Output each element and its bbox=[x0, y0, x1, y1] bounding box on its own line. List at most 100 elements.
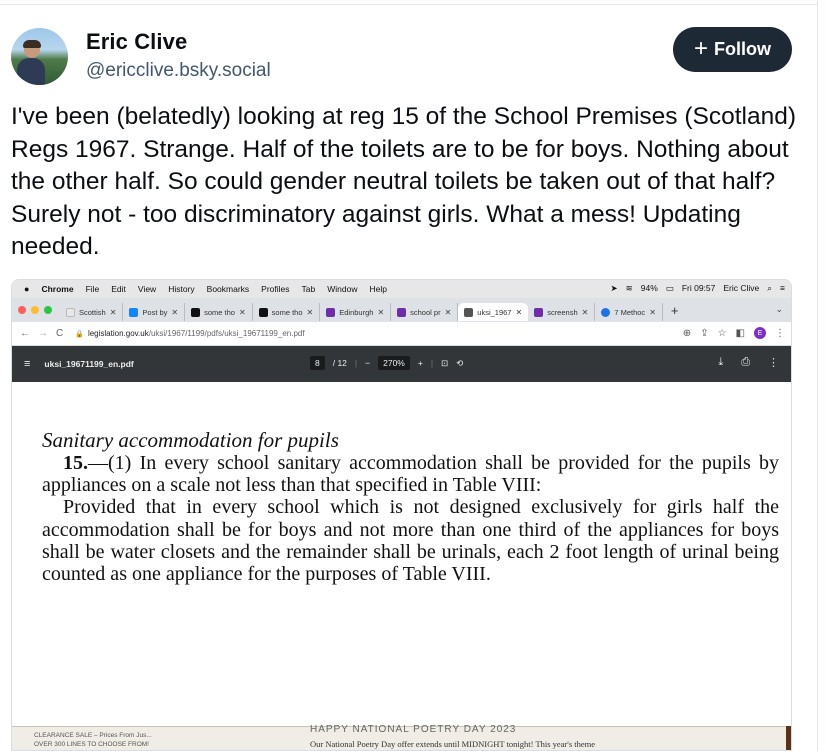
menu-item: Tab bbox=[301, 284, 316, 294]
battery-percent: 94% bbox=[640, 283, 658, 293]
favicon-icon bbox=[191, 307, 201, 317]
kebab-menu-icon: ⋮ bbox=[775, 327, 785, 339]
close-tab-icon: ✕ bbox=[171, 307, 179, 317]
favicon-icon bbox=[258, 307, 268, 317]
tab-label: uksi_1967 bbox=[477, 307, 512, 317]
close-tab-icon: ✕ bbox=[581, 307, 589, 317]
new-tab-icon: + bbox=[670, 302, 679, 318]
document-heading: Sanitary accommodation for pupils bbox=[42, 428, 339, 452]
poetry-heading: HAPPY NATIONAL POETRY DAY 2023 bbox=[310, 724, 517, 735]
advert-text: CLEARANCE SALE – Prices From Jus... OVER… bbox=[34, 731, 184, 749]
favicon-icon bbox=[129, 307, 139, 317]
side-panel-icon: ◧ bbox=[735, 327, 745, 339]
avatar-person-hair bbox=[23, 40, 41, 48]
menu-app-name: Chrome bbox=[41, 284, 74, 294]
menu-item: File bbox=[85, 284, 100, 294]
avatar[interactable] bbox=[11, 28, 68, 85]
back-icon: ← bbox=[20, 328, 30, 339]
tab-label: Edinburgh bbox=[339, 307, 374, 317]
post-frame-right bbox=[817, 0, 818, 751]
favicon-icon bbox=[464, 307, 474, 317]
pdf-zoom-level: 270% bbox=[378, 356, 410, 370]
menu-item: Profiles bbox=[261, 284, 290, 294]
poetry-line: Our National Poetry Day offer extends un… bbox=[310, 739, 596, 749]
browser-tab-strip: Scottish ✕ Post by ✕ some tho ✕ some tho ✕ E… bbox=[12, 298, 791, 322]
location-icon: ➤ bbox=[610, 283, 618, 293]
pdf-page-total: / 12 bbox=[332, 358, 347, 368]
browser-tab: 7 Methoc ✕ bbox=[595, 303, 663, 321]
favicon-icon bbox=[534, 307, 544, 317]
fit-page-icon: ⊡ bbox=[441, 357, 449, 368]
close-tab-icon: ✕ bbox=[377, 307, 385, 317]
background-webpage-strip: CLEARANCE SALE – Prices From Jus... OVER… bbox=[12, 724, 791, 750]
regulation-number: 15. bbox=[63, 452, 88, 474]
tab-label: school pr bbox=[410, 307, 441, 317]
chevron-down-icon: ⌄ bbox=[775, 304, 783, 314]
favicon-icon bbox=[66, 307, 75, 317]
tab-label: Scottish bbox=[79, 307, 106, 317]
url-field: 🔒 legislation.gov.uk/uksi/1967/1199/pdfs… bbox=[75, 329, 304, 338]
address-bar-actions: ⊕ ⇪ ☆ ◧ E ⋮ bbox=[683, 327, 785, 339]
rotate-icon: ⟲ bbox=[456, 357, 464, 368]
close-tab-icon: ✕ bbox=[238, 307, 246, 317]
more-options-icon: ⋮ bbox=[768, 357, 779, 369]
plus-icon: + bbox=[693, 34, 708, 62]
close-tab-icon: ✕ bbox=[649, 307, 656, 317]
follow-button[interactable]: + Follow bbox=[673, 27, 792, 72]
zoom-out-icon: − bbox=[365, 358, 371, 368]
separator: | bbox=[430, 358, 434, 368]
menu-item: Window bbox=[327, 284, 358, 294]
advert-line: OVER 300 LINES TO CHOOSE FROM! bbox=[34, 741, 149, 748]
regulation-paragraph-1: 15.—(1) In every school sanitary accommo… bbox=[42, 452, 779, 496]
reload-icon: C bbox=[56, 328, 64, 339]
regulation-paragraph-2: Provided that in every school which is n… bbox=[42, 496, 779, 586]
bookmark-star-icon: ☆ bbox=[717, 327, 727, 339]
follow-label: Follow bbox=[714, 39, 771, 59]
url-path: /uksi/1967/1199/pdfs/uksi_19671199_en.pd… bbox=[148, 329, 305, 338]
minimize-window-icon bbox=[31, 306, 39, 314]
profile-avatar-icon: E bbox=[754, 327, 766, 339]
forward-icon: → bbox=[38, 328, 48, 339]
hamburger-menu-icon: ≡ bbox=[24, 358, 31, 370]
control-center-icon: ≡ bbox=[780, 283, 785, 293]
close-tab-icon: ✕ bbox=[444, 307, 452, 317]
url-domain: legislation.gov.uk bbox=[87, 329, 149, 338]
author-handle[interactable]: @ericclive.bsky.social bbox=[86, 60, 271, 82]
browser-tab: screensh ✕ bbox=[528, 303, 596, 321]
close-tab-icon: ✕ bbox=[109, 307, 117, 317]
share-icon: ⇪ bbox=[700, 327, 709, 339]
tab-label: 7 Methoc bbox=[614, 307, 646, 317]
lock-icon: 🔒 bbox=[75, 330, 84, 338]
separator: | bbox=[354, 358, 358, 368]
close-window-icon bbox=[18, 306, 26, 314]
browser-tab: school pr ✕ bbox=[391, 303, 459, 321]
tab-label: some tho bbox=[271, 307, 303, 317]
close-tab-icon: ✕ bbox=[306, 307, 314, 317]
menu-item: History bbox=[168, 284, 195, 294]
tab-label: Post by bbox=[142, 307, 168, 317]
window-controls bbox=[18, 306, 52, 314]
pdf-filename: uksi_19671199_en.pdf bbox=[44, 359, 134, 369]
embedded-screenshot[interactable]: ● Chrome File Edit View History Bookmark… bbox=[11, 279, 792, 751]
pdf-toolbar: ≡ uksi_19671199_en.pdf 8 / 12 | − 270% +… bbox=[12, 346, 791, 382]
menu-item: Bookmarks bbox=[206, 284, 250, 294]
tab-label: screensh bbox=[547, 307, 578, 317]
favicon-icon bbox=[326, 307, 336, 317]
browser-tab: Post by ✕ bbox=[123, 303, 186, 321]
post-frame-top bbox=[0, 0, 818, 5]
menu-item: View bbox=[137, 284, 157, 294]
zoom-in-icon: + bbox=[417, 358, 423, 368]
zoom-icon: ⊕ bbox=[682, 327, 692, 339]
post-text: I've been (belatedly) looking at reg 15 … bbox=[11, 103, 797, 260]
author-name[interactable]: Eric Clive bbox=[86, 29, 187, 55]
wifi-icon: ≋ bbox=[625, 283, 633, 293]
apple-icon: ● bbox=[24, 284, 30, 294]
background-edge bbox=[786, 726, 791, 750]
battery-icon: ▭ bbox=[665, 283, 674, 293]
download-icon: ⤓ bbox=[718, 356, 724, 368]
browser-tab: Edinburgh ✕ bbox=[320, 303, 392, 321]
browser-tab: some tho ✕ bbox=[253, 303, 321, 321]
mac-menu-bar: ● Chrome File Edit View History Bookmark… bbox=[12, 280, 791, 298]
favicon-icon bbox=[397, 307, 407, 317]
menu-item: Help bbox=[369, 284, 387, 294]
